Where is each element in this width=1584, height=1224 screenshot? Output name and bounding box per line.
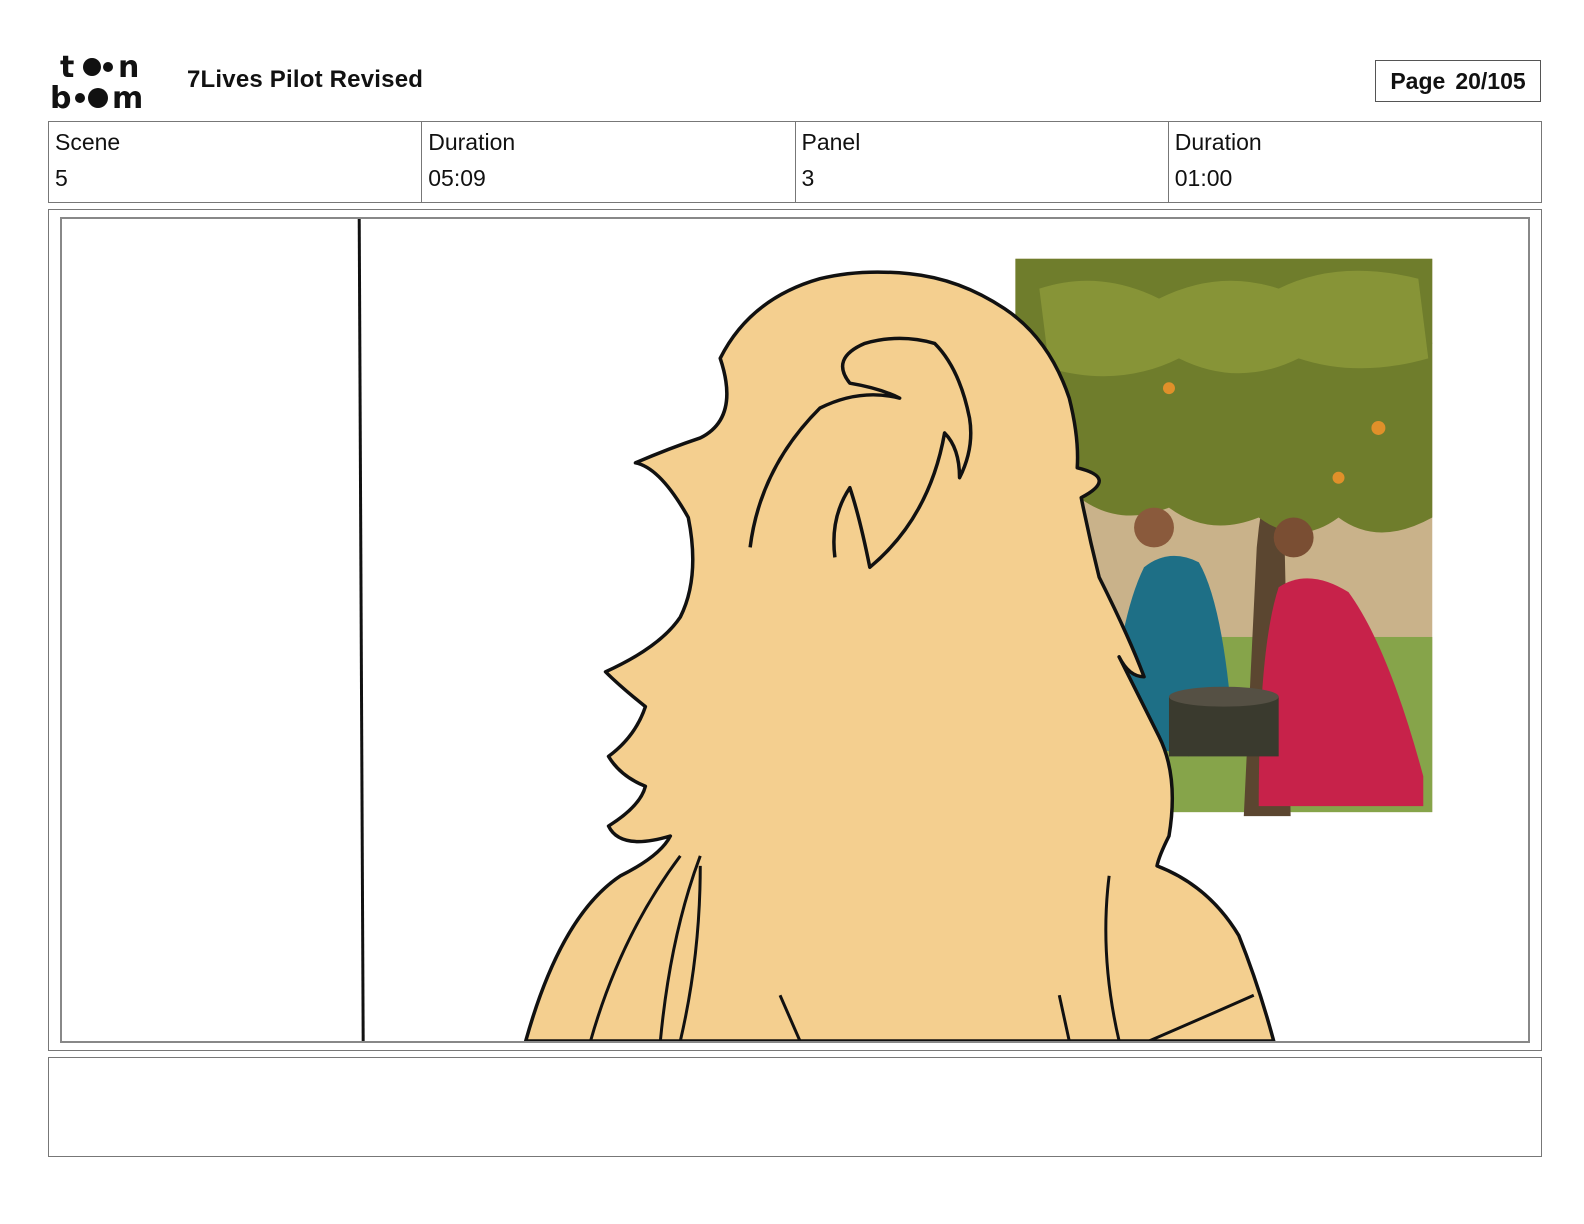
mango-fruit [1371, 421, 1386, 435]
scene-duration-value: 05:09 [428, 165, 486, 191]
woman-blue-head [1134, 507, 1174, 548]
svg-text:n: n [118, 50, 139, 85]
mango-fruit [1332, 471, 1345, 484]
toonboom-logo: t n b m [50, 50, 164, 116]
mango-fruit [1162, 382, 1175, 395]
page-label: Page [1390, 67, 1446, 94]
project-title: 7Lives Pilot Revised [187, 66, 424, 93]
woman-red-head [1273, 517, 1314, 558]
panel-artwork [357, 219, 1433, 1041]
frame-guide-line [357, 219, 365, 1041]
foliage-highlight [1039, 270, 1429, 377]
scene-duration-label: Duration [428, 129, 516, 155]
svg-text:t: t [60, 50, 74, 85]
dialogue-notes-box[interactable] [48, 1057, 1542, 1157]
scene-duration-cell: Duration 05:09 [422, 122, 796, 202]
svg-text:b: b [50, 81, 71, 112]
scene-value: 5 [55, 165, 68, 191]
page-indicator: Page 20/105 [1375, 60, 1541, 102]
panel-cell: Panel 3 [796, 122, 1169, 202]
scene-cell: Scene 5 [49, 122, 423, 202]
svg-text:m: m [112, 81, 143, 112]
panel-frame [60, 217, 1530, 1043]
panel-label: Panel [801, 129, 861, 155]
scene-label: Scene [55, 129, 121, 155]
scene-info-table: Scene 5 Duration 05:09 Panel 3 Duration … [48, 121, 1542, 203]
panel-duration-label: Duration [1174, 129, 1262, 155]
panel-duration-value: 01:00 [1174, 165, 1233, 191]
panel-duration-cell: Duration 01:00 [1169, 122, 1541, 202]
panel-value: 3 [801, 165, 815, 191]
well-rim [1168, 686, 1279, 707]
page-number: 20/105 [1455, 67, 1526, 94]
